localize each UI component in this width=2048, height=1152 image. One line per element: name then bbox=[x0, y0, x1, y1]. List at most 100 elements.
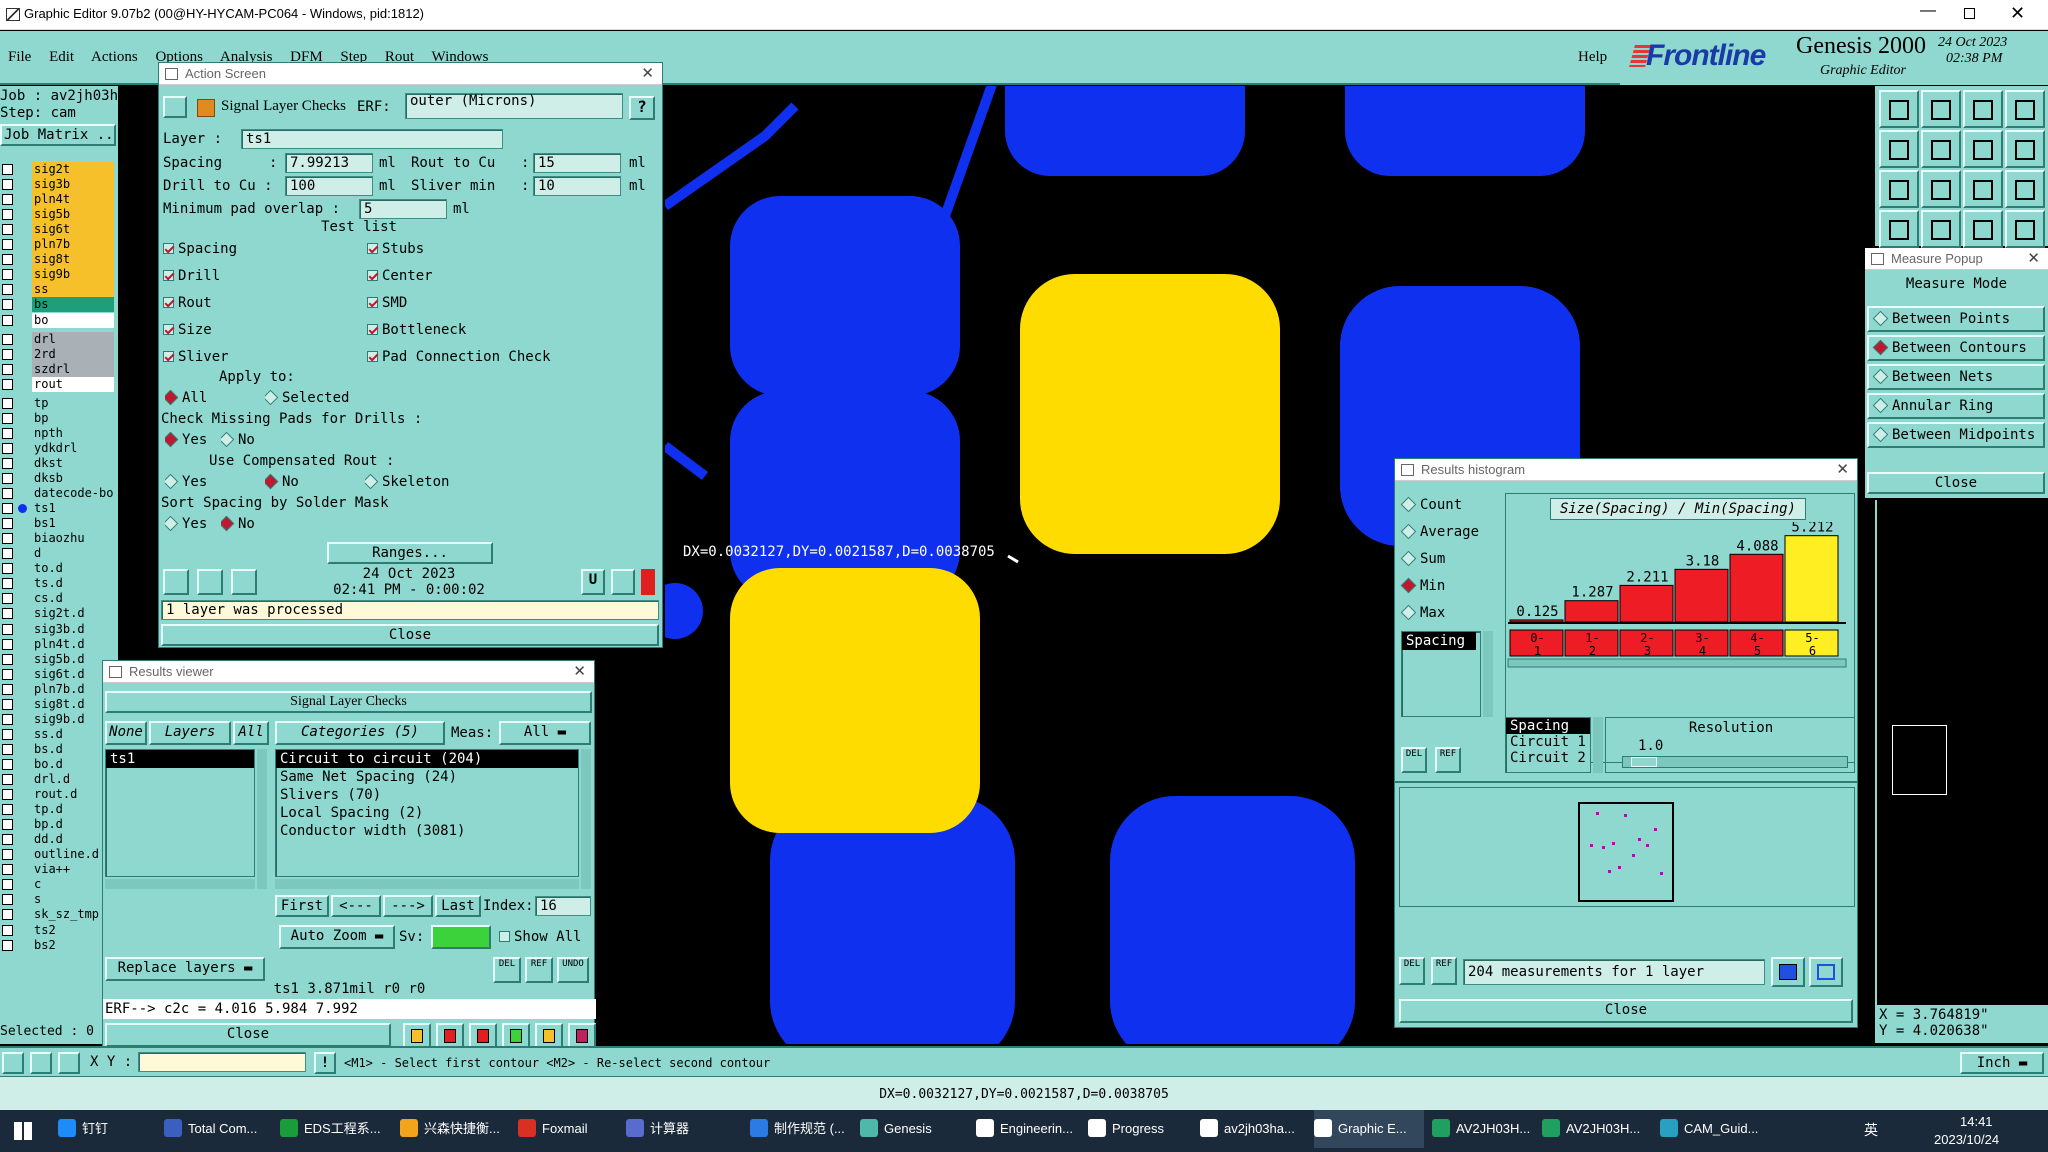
action-menu-icon[interactable] bbox=[163, 96, 187, 118]
histogram-mode-radio[interactable]: Min bbox=[1400, 577, 1445, 594]
ime-indicator[interactable]: 英 bbox=[1864, 1120, 1878, 1140]
action-close-button[interactable]: Close bbox=[161, 624, 659, 646]
taskbar-item[interactable]: Foxmail bbox=[518, 1110, 628, 1148]
layer-row[interactable]: outline.d bbox=[0, 847, 115, 863]
list-item[interactable]: Spacing bbox=[1402, 632, 1476, 650]
layer-row[interactable]: sig6t bbox=[0, 222, 115, 238]
layer-row[interactable]: bs.d bbox=[0, 741, 115, 757]
layer-checkbox[interactable] bbox=[2, 879, 13, 891]
zoom-icon[interactable] bbox=[611, 569, 635, 595]
layer-row[interactable]: sk_sz_tmp bbox=[0, 907, 115, 923]
test-checkbox[interactable]: Size bbox=[163, 322, 212, 338]
layer-checkbox[interactable] bbox=[2, 363, 13, 375]
layer-row[interactable]: ss bbox=[0, 282, 115, 298]
layer-results-list[interactable]: ts1 bbox=[105, 749, 255, 877]
list-item[interactable]: Spacing bbox=[1506, 718, 1590, 734]
taskbar-item[interactable]: AV2JH03H... bbox=[1432, 1110, 1542, 1148]
tool-button-icon[interactable] bbox=[1921, 90, 1961, 128]
taskbar-item[interactable]: Engineerin... bbox=[976, 1110, 1086, 1148]
list-item[interactable]: Circuit 1 bbox=[1506, 734, 1590, 750]
measure-close-button[interactable]: Close bbox=[1867, 472, 2045, 494]
layer-checkbox[interactable] bbox=[2, 503, 13, 515]
taskbar-item[interactable]: 计算器 bbox=[626, 1110, 736, 1148]
layer-row[interactable]: szdrl bbox=[0, 361, 115, 377]
tool-button-icon[interactable] bbox=[1879, 210, 1919, 248]
tool-button-icon[interactable] bbox=[1963, 130, 2003, 168]
test-checkbox[interactable]: Drill bbox=[163, 268, 220, 284]
job-matrix-button[interactable]: Job Matrix ... bbox=[0, 124, 116, 146]
del-button[interactable]: DEL bbox=[493, 957, 521, 983]
cmd-icon-1[interactable] bbox=[2, 1052, 24, 1074]
first-button[interactable]: First bbox=[275, 895, 329, 917]
layer-row[interactable]: ts2 bbox=[0, 922, 115, 938]
layer-checkbox[interactable] bbox=[2, 864, 13, 876]
layer-row[interactable]: sig9b.d bbox=[0, 711, 115, 727]
layer-checkbox[interactable] bbox=[2, 939, 13, 951]
tool-button-icon[interactable] bbox=[1963, 210, 2003, 248]
replace-layers-dropdown[interactable]: Replace layers ▬ bbox=[105, 957, 265, 981]
layer-row[interactable]: bs2 bbox=[0, 937, 115, 953]
use-comp-yes[interactable]: Yes bbox=[165, 474, 207, 490]
test-checkbox[interactable]: Bottleneck bbox=[367, 322, 466, 338]
all-layers-button[interactable]: All bbox=[233, 721, 269, 745]
layer-row[interactable]: bs bbox=[0, 297, 115, 313]
use-comp-skeleton[interactable]: Skeleton bbox=[365, 474, 449, 490]
layer-checkbox[interactable] bbox=[2, 608, 13, 620]
layer-checkbox[interactable] bbox=[2, 894, 13, 906]
layer-checkbox[interactable] bbox=[2, 668, 13, 680]
layer-checkbox[interactable] bbox=[2, 774, 13, 785]
categories-scrollbar[interactable] bbox=[581, 749, 591, 889]
layer-checkbox[interactable] bbox=[2, 638, 13, 650]
layer-checkbox[interactable] bbox=[2, 194, 13, 206]
drill-cu-field[interactable]: 100 bbox=[285, 176, 373, 196]
tool-button-icon[interactable] bbox=[2005, 90, 2045, 128]
list-item[interactable]: Circuit 2 bbox=[1506, 750, 1590, 766]
sort-spacing-no[interactable]: No bbox=[221, 516, 255, 532]
layer-row[interactable]: ts1 bbox=[0, 501, 115, 517]
layer-checkbox[interactable] bbox=[2, 473, 13, 484]
layer-row[interactable]: rout.d bbox=[0, 787, 115, 803]
list-item[interactable]: Local Spacing (2) bbox=[276, 804, 578, 822]
layer-row[interactable]: ts.d bbox=[0, 576, 115, 592]
layer-checkbox[interactable] bbox=[2, 743, 13, 755]
layer-checkbox[interactable] bbox=[2, 713, 13, 725]
tool-button-icon[interactable] bbox=[1963, 170, 2003, 208]
layer-row[interactable]: sig8t.d bbox=[0, 696, 115, 712]
cmd-icon-3[interactable] bbox=[58, 1052, 80, 1074]
run-icon-1[interactable] bbox=[163, 569, 189, 595]
taskbar-item[interactable]: Progress bbox=[1088, 1110, 1198, 1148]
layer-checkbox[interactable] bbox=[2, 488, 13, 500]
layer-checkbox[interactable] bbox=[2, 457, 13, 469]
measure-mode-item[interactable]: Annular Ring bbox=[1867, 393, 2045, 419]
layer-checkbox[interactable] bbox=[2, 164, 13, 175]
ranges-button[interactable]: Ranges... bbox=[327, 542, 493, 564]
layer-checkbox[interactable] bbox=[2, 412, 13, 424]
spacing-field[interactable]: 7.99213 bbox=[285, 153, 373, 173]
layer-checkbox[interactable] bbox=[2, 578, 13, 590]
taskbar-item[interactable]: Graphic E... bbox=[1314, 1110, 1424, 1148]
run-icon-3[interactable] bbox=[231, 569, 257, 595]
taskbar-item[interactable]: 钉钉 bbox=[58, 1110, 168, 1148]
menu-edit[interactable]: Edit bbox=[49, 49, 74, 65]
tool-button-icon[interactable] bbox=[1879, 90, 1919, 128]
taskbar-item[interactable]: EDS工程系... bbox=[280, 1110, 390, 1148]
layer-checkbox[interactable] bbox=[2, 653, 13, 665]
layer-checkbox[interactable] bbox=[2, 239, 13, 251]
taskbar-item[interactable]: Genesis bbox=[860, 1110, 970, 1148]
undo-button[interactable]: UNDO bbox=[557, 957, 589, 983]
categories-list[interactable]: Circuit to circuit (204) Same Net Spacing… bbox=[275, 749, 579, 877]
layer-row[interactable]: 2rd bbox=[0, 346, 115, 362]
list-item[interactable]: Conductor width (3081) bbox=[276, 822, 578, 840]
histo-ref-button[interactable]: REF bbox=[1435, 747, 1461, 773]
measure-mode-item[interactable]: Between Nets bbox=[1867, 364, 2045, 390]
prev-button[interactable]: <--- bbox=[331, 895, 381, 917]
layer-row[interactable]: bo.d bbox=[0, 756, 115, 772]
layer-row[interactable]: d bbox=[0, 546, 115, 562]
close-icon[interactable]: ✕ bbox=[573, 661, 586, 683]
list-item[interactable]: Same Net Spacing (24) bbox=[276, 768, 578, 786]
test-checkbox[interactable]: Pad Connection Check bbox=[367, 349, 551, 365]
apply-selected-radio[interactable]: Selected bbox=[265, 390, 349, 406]
layer-checkbox[interactable] bbox=[2, 427, 13, 439]
layer-row[interactable]: bs1 bbox=[0, 516, 115, 532]
layer-checkbox[interactable] bbox=[2, 789, 13, 801]
